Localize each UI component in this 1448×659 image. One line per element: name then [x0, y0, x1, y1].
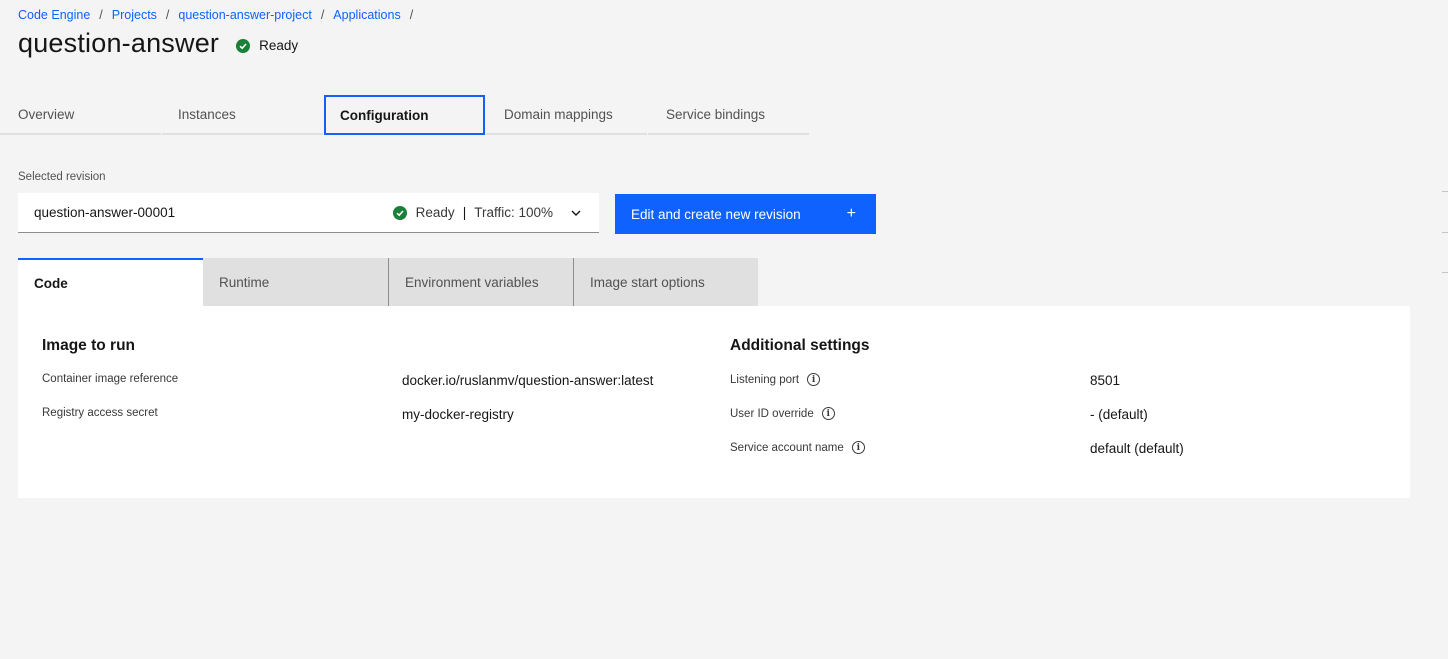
- container-image-label: Container image reference: [42, 373, 179, 385]
- revision-traffic: Traffic: 100%: [474, 205, 553, 220]
- user-id-override-label: User ID override i: [730, 407, 835, 420]
- checkmark-filled-icon: [392, 205, 407, 220]
- service-account-label-text: Service account name: [730, 441, 844, 454]
- listening-port-label: Listening port i: [730, 373, 821, 386]
- breadcrumb-separator: /: [320, 8, 325, 22]
- subtab-runtime[interactable]: Runtime: [203, 258, 388, 306]
- tab-overview[interactable]: Overview: [0, 95, 161, 135]
- revision-dropdown[interactable]: question-answer-00001 Ready | Traffic: 1…: [18, 193, 599, 233]
- selected-revision-label: Selected revision: [18, 171, 106, 183]
- breadcrumb-project[interactable]: question-answer-project: [178, 8, 311, 22]
- tab-configuration[interactable]: Configuration: [324, 95, 485, 135]
- status-badge: Ready: [236, 38, 298, 53]
- service-account-value: default (default): [1090, 441, 1184, 456]
- breadcrumb: Code Engine / Projects / question-answer…: [18, 8, 422, 22]
- chevron-down-icon: [569, 206, 583, 220]
- checkmark-filled-icon: [236, 38, 251, 53]
- registry-secret-label: Registry access secret: [42, 407, 158, 419]
- registry-secret-value: my-docker-registry: [402, 407, 514, 422]
- container-image-value: docker.io/ruslanmv/question-answer:lates…: [402, 373, 654, 388]
- subtab-code[interactable]: Code: [18, 258, 203, 306]
- user-id-override-label-text: User ID override: [730, 407, 814, 420]
- tab-instances[interactable]: Instances: [162, 95, 323, 135]
- listening-port-label-text: Listening port: [730, 373, 800, 386]
- breadcrumb-separator: /: [99, 8, 103, 22]
- revision-name: question-answer-00001: [34, 205, 176, 220]
- revision-status-text: Ready: [415, 205, 455, 220]
- breadcrumb-projects[interactable]: Projects: [112, 8, 157, 22]
- edit-create-revision-button[interactable]: Edit and create new revision +: [615, 194, 876, 234]
- breadcrumb-code-engine[interactable]: Code Engine: [18, 8, 90, 22]
- status-text: Ready: [259, 38, 299, 53]
- tab-service-bindings[interactable]: Service bindings: [648, 95, 809, 135]
- information-icon[interactable]: i: [851, 441, 865, 454]
- subtab-environment-variables[interactable]: Environment variables: [388, 258, 573, 306]
- edge-divider: [1442, 232, 1448, 233]
- information-icon[interactable]: i: [821, 407, 835, 420]
- breadcrumb-separator: /: [409, 8, 414, 22]
- subtab-image-start-options[interactable]: Image start options: [573, 258, 758, 306]
- title-row: question-answer Ready: [18, 28, 298, 59]
- add-icon: +: [846, 205, 856, 222]
- edit-create-revision-label: Edit and create new revision: [631, 206, 801, 222]
- edge-divider: [1442, 272, 1448, 273]
- image-to-run-title: Image to run: [42, 337, 136, 354]
- additional-settings-title: Additional settings: [730, 337, 870, 354]
- service-account-label: Service account name i: [730, 441, 865, 454]
- page-title: question-answer: [18, 28, 220, 58]
- listening-port-value: 8501: [1090, 373, 1121, 388]
- breadcrumb-applications[interactable]: Applications: [333, 8, 400, 22]
- config-subtabs: Code Runtime Environment variables Image…: [18, 258, 758, 306]
- user-id-override-value: - (default): [1090, 407, 1148, 422]
- revision-status: Ready | Traffic: 100%: [392, 205, 553, 220]
- revision-separator: |: [462, 205, 467, 220]
- breadcrumb-separator: /: [165, 8, 170, 22]
- code-panel: Image to run Container image reference d…: [18, 306, 1410, 498]
- main-tabs: Overview Instances Configuration Domain …: [0, 95, 809, 135]
- information-icon[interactable]: i: [807, 373, 821, 386]
- tab-domain-mappings[interactable]: Domain mappings: [486, 95, 647, 135]
- edge-divider: [1442, 191, 1448, 192]
